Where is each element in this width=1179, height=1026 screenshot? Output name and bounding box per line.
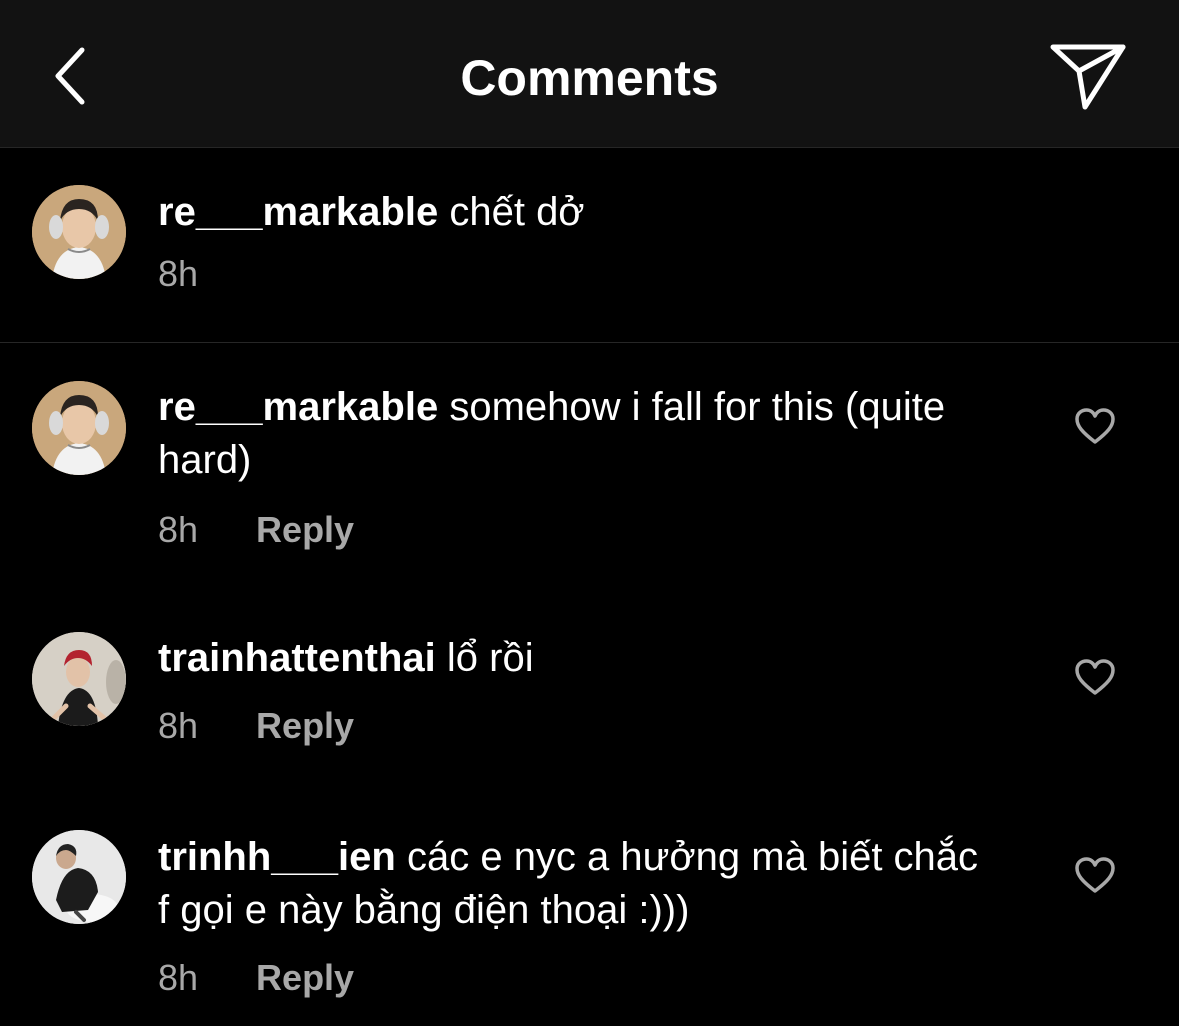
- header-bar: Comments: [0, 0, 1179, 148]
- like-button[interactable]: [1068, 403, 1122, 453]
- comment-username[interactable]: trinhh___ien: [158, 835, 396, 879]
- comment-meta: 8h Reply: [158, 956, 354, 1000]
- like-button[interactable]: [1068, 852, 1122, 902]
- comment-username[interactable]: re___markable: [158, 385, 438, 429]
- page-title: Comments: [460, 50, 719, 106]
- comment-body: trinhh___ien các e nyc a hưởng mà biết c…: [158, 831, 998, 937]
- comment-username[interactable]: re___markable: [158, 190, 438, 234]
- comment-body: trainhattenthai lổ rồi: [158, 632, 998, 685]
- reply-button[interactable]: Reply: [256, 705, 354, 746]
- reply-button[interactable]: Reply: [256, 509, 354, 550]
- comment-meta: 8h Reply: [158, 704, 354, 748]
- avatar[interactable]: [32, 185, 126, 279]
- caption-text: re___markable chết dở: [158, 186, 998, 239]
- like-button[interactable]: [1068, 654, 1122, 704]
- comment-body: re___markable somehow i fall for this (q…: [158, 381, 998, 487]
- comment-username[interactable]: trainhattenthai: [158, 636, 436, 680]
- share-button[interactable]: [1046, 40, 1130, 116]
- heart-outline-icon: [1074, 407, 1116, 450]
- reply-button[interactable]: Reply: [256, 957, 354, 998]
- comment-text: chết dở: [449, 190, 585, 234]
- avatar[interactable]: [32, 632, 126, 726]
- caption-section: re___markable chết dở 8h: [0, 148, 1179, 343]
- heart-outline-icon: [1074, 658, 1116, 701]
- comment-meta: 8h: [158, 252, 198, 296]
- comment-time: 8h: [158, 253, 199, 294]
- avatar[interactable]: [32, 830, 126, 924]
- avatar[interactable]: [32, 381, 126, 475]
- comment-meta: 8h Reply: [158, 508, 354, 552]
- comments-screen: Comments re___markable chết dở 8h re___m…: [0, 0, 1179, 1026]
- comment-time: 8h: [158, 957, 199, 998]
- comment-time: 8h: [158, 509, 199, 550]
- comment-text: lổ rồi: [446, 636, 534, 680]
- paper-plane-icon: [1049, 41, 1127, 116]
- comment-time: 8h: [158, 705, 199, 746]
- heart-outline-icon: [1074, 856, 1116, 899]
